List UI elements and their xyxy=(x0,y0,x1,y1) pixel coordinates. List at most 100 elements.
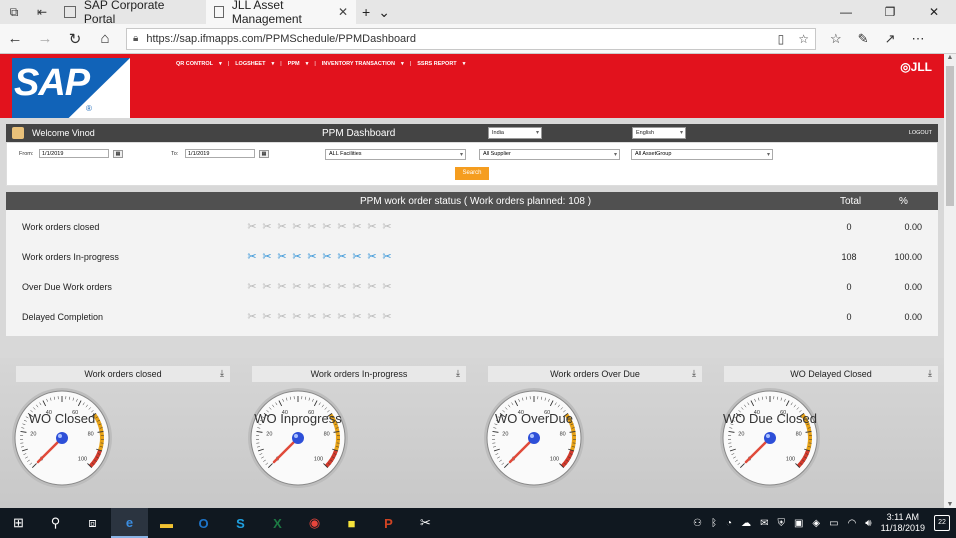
filter-panel: From: 1/1/2019 ▦ To: 1/1/2019 ▦ ALL Faci… xyxy=(6,142,938,186)
status-header: PPM work order status ( Work orders plan… xyxy=(6,192,938,210)
url-text: https://sap.ifmapps.com/PPMSchedule/PPMD… xyxy=(146,32,416,45)
supplier-select[interactable]: All Supplier xyxy=(479,149,620,160)
menu-item-qr-control[interactable]: QR CONTROL xyxy=(176,61,213,67)
menu-item-logsheet[interactable]: LOGSHEET xyxy=(235,61,265,67)
menu-item-ppm[interactable]: PPM xyxy=(288,61,300,67)
notification-icon[interactable]: 22 xyxy=(934,515,950,531)
url-field[interactable]: 🔒︎ https://sap.ifmapps.com/PPMSchedule/P… xyxy=(126,27,816,50)
logout-link[interactable]: LOGOUT xyxy=(909,130,932,136)
forward-icon[interactable]: → xyxy=(30,30,60,47)
snipping-tool-icon[interactable]: ✂ xyxy=(407,508,444,538)
gauge-wo-due-closed: 020406080100WO Due Closed xyxy=(718,386,822,490)
facility-select[interactable]: ALL Facilities xyxy=(325,149,466,160)
country-select[interactable]: India xyxy=(488,127,542,139)
row-percent: 100.00 xyxy=(894,252,922,262)
skype-icon[interactable]: S xyxy=(222,508,259,538)
calendar-icon[interactable]: ▦ xyxy=(259,150,269,158)
tab-actions-icon[interactable]: ⧉ xyxy=(0,0,28,24)
volume-icon[interactable]: 🔊︎ xyxy=(865,518,871,529)
row-total: 0 xyxy=(846,312,852,322)
home-icon[interactable]: ⌂ xyxy=(90,30,120,47)
sap-logo[interactable]: SAP ® xyxy=(12,58,130,118)
status-row-overdue: Over Due Work orders ✂ ✂ ✂ ✂ ✂ ✂ ✂ ✂ ✂ ✂ 0 0.00 xyxy=(6,272,938,302)
new-tab-icon[interactable]: + xyxy=(362,4,370,21)
skype-tray-icon[interactable]: ◔ xyxy=(726,518,732,529)
gauge-panel-delayed: WO Delayed Closed ⤓ xyxy=(724,366,938,382)
chrome-icon[interactable]: ◉ xyxy=(296,508,333,538)
mcafee-icon[interactable]: ⛨ xyxy=(777,518,785,529)
share-icon[interactable]: ↗ xyxy=(885,31,896,47)
gauge-svg: 020406080100WO Due Closed xyxy=(720,388,820,488)
sticky-tray-icon[interactable]: ▣ xyxy=(794,518,803,529)
wifi-icon[interactable]: ◠ xyxy=(848,518,857,529)
set-aside-tabs-icon[interactable]: ⇤ xyxy=(28,0,56,24)
onedrive-icon[interactable]: ☁ xyxy=(741,518,751,529)
download-icon[interactable]: ⤓ xyxy=(928,368,932,379)
download-icon[interactable]: ⤓ xyxy=(220,368,224,379)
from-date-input[interactable]: 1/1/2019 xyxy=(39,149,109,158)
edge-icon[interactable]: e xyxy=(111,508,148,538)
gauge-svg: 020406080100WO Closed xyxy=(12,388,112,488)
page-title: PPM Dashboard xyxy=(322,127,396,139)
tab-jll-asset[interactable]: JLL Asset Management ✕ xyxy=(206,0,356,26)
user-avatar-icon xyxy=(12,127,24,139)
tab-sap-portal[interactable]: SAP Corporate Portal xyxy=(56,0,206,26)
download-icon[interactable]: ⤓ xyxy=(692,368,696,379)
refresh-icon[interactable]: ↻ xyxy=(60,30,90,48)
reading-view-icon[interactable]: ▯ xyxy=(778,32,785,46)
web-note-icon[interactable]: ✎ xyxy=(858,31,869,47)
scroll-down-icon[interactable]: ▼ xyxy=(944,501,956,508)
bluetooth-icon[interactable]: ᛒ xyxy=(711,518,717,529)
scroll-up-icon[interactable]: ▲ xyxy=(944,54,956,61)
close-window-icon[interactable]: ✕ xyxy=(912,5,956,19)
asset-group-select[interactable]: All AssetGroup xyxy=(631,149,773,160)
gauge-label: WO Due Closed xyxy=(723,411,817,426)
sticky-notes-icon[interactable]: ■ xyxy=(333,508,370,538)
row-percent: 0.00 xyxy=(904,282,922,292)
wrench-icons: ✂ ✂ ✂ ✂ ✂ ✂ ✂ ✂ ✂ ✂ xyxy=(247,251,392,263)
outlook-tray-icon[interactable]: ✉ xyxy=(760,518,768,529)
gauge-tick-label: 80 xyxy=(796,431,802,437)
status-table: Work orders closed ✂ ✂ ✂ ✂ ✂ ✂ ✂ ✂ ✂ ✂ 0 0.00 Wor… xyxy=(6,210,938,336)
monitor-icon[interactable]: ▭ xyxy=(829,518,838,529)
status-row-inprogress: Work orders In-progress ✂ ✂ ✂ ✂ ✂ ✂ ✂ ✂ ✂ ✂ 108 1… xyxy=(6,242,938,272)
search-icon[interactable]: ⚲ xyxy=(37,508,74,538)
task-view-icon[interactable]: ⧈ xyxy=(74,508,111,538)
people-icon[interactable]: ⚇ xyxy=(693,518,702,529)
language-select[interactable]: English xyxy=(632,127,686,139)
minimize-icon[interactable]: — xyxy=(824,5,868,19)
outlook-icon[interactable]: O xyxy=(185,508,222,538)
powerpoint-icon[interactable]: P xyxy=(370,508,407,538)
clock[interactable]: 3:11 AM 11/18/2019 xyxy=(881,512,925,534)
gauge-hub xyxy=(764,432,776,444)
percent-header: % xyxy=(899,195,908,207)
menu-item-ssrs-report[interactable]: SSRS REPORT xyxy=(417,61,456,67)
security-icon[interactable]: ◈ xyxy=(812,518,820,529)
more-icon[interactable]: ⋯ xyxy=(911,31,924,47)
file-explorer-icon[interactable]: ▬ xyxy=(148,508,185,538)
restore-icon[interactable]: ❐ xyxy=(868,5,912,19)
scroll-thumb[interactable] xyxy=(946,66,954,206)
back-icon[interactable]: ← xyxy=(0,30,30,47)
gauge-panel-title: WO Delayed Closed xyxy=(790,369,872,379)
page-scrollbar[interactable]: ▲ ▼ xyxy=(944,54,956,508)
favorites-hub-icon[interactable]: ☆ xyxy=(830,31,842,47)
welcome-text: Welcome Vinod xyxy=(32,128,95,138)
row-total: 0 xyxy=(846,222,852,232)
menu-item-inventory[interactable]: INVENTORY TRANSACTION xyxy=(322,61,395,67)
gauge-svg: 020406080100WO Inprogress xyxy=(248,388,348,488)
logo-registered-mark: ® xyxy=(86,104,92,113)
search-button[interactable]: Search xyxy=(455,167,489,180)
gauge-wo-inprogress: 020406080100WO Inprogress xyxy=(246,386,350,490)
to-date-input[interactable]: 1/1/2019 xyxy=(185,149,255,158)
close-tab-icon[interactable]: ✕ xyxy=(338,5,348,19)
gauge-tick-label: 20 xyxy=(266,431,272,437)
download-icon[interactable]: ⤓ xyxy=(456,368,460,379)
calendar-icon[interactable]: ▦ xyxy=(113,150,123,158)
favorite-star-icon[interactable]: ☆ xyxy=(798,32,809,46)
chevron-down-icon[interactable]: ⌄ xyxy=(378,4,390,21)
excel-icon[interactable]: X xyxy=(259,508,296,538)
clock-time: 3:11 AM xyxy=(886,512,919,522)
gauge-panel-inprogress: Work orders In-progress ⤓ xyxy=(252,366,466,382)
windows-start-icon[interactable]: ⊞ xyxy=(0,508,37,538)
